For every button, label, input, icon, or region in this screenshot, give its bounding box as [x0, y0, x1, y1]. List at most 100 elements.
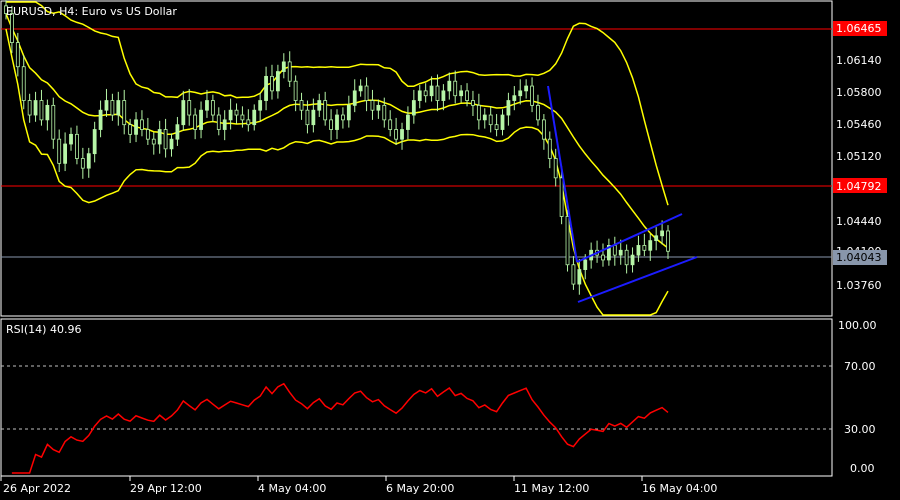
time-label: 26 Apr 2022: [3, 482, 71, 495]
candle-body: [163, 129, 168, 150]
candle-body: [465, 90, 469, 101]
candle-body: [352, 90, 357, 106]
candle-body: [441, 90, 446, 101]
candle-body: [400, 129, 404, 140]
candle-body: [406, 114, 410, 130]
candle-body: [642, 245, 647, 251]
candle-body: [222, 119, 227, 130]
candle-body: [240, 114, 245, 121]
candle-body: [624, 249, 629, 266]
candle-body: [299, 100, 304, 111]
candle-body: [234, 109, 239, 116]
price-tick: 1.04440: [836, 215, 882, 228]
price-tick: 1.03760: [836, 279, 882, 292]
candle-body: [506, 100, 511, 116]
candle-body: [583, 259, 588, 270]
candle-body: [335, 114, 339, 130]
candle-body: [151, 138, 156, 145]
candle-body: [134, 119, 138, 135]
price-tick: 1.05460: [836, 118, 882, 131]
candle-body: [69, 133, 73, 145]
price-tick: 1.05800: [836, 86, 882, 99]
candle-body: [636, 245, 641, 256]
candle-body: [577, 269, 582, 285]
candle-body: [145, 129, 150, 140]
candle-body: [411, 100, 416, 116]
rsi-label: RSI(14) 40.96: [6, 323, 81, 336]
candle-body: [423, 90, 428, 97]
candle-body: [122, 100, 127, 126]
candle-body: [541, 119, 546, 140]
candle-body: [287, 61, 292, 82]
candle-body: [536, 104, 540, 121]
price-axis: 1.06465 1.06140 1.05800 1.05460 1.05120 …: [833, 21, 887, 292]
candle-body: [323, 100, 328, 121]
candle-body: [252, 109, 257, 126]
candle-body: [80, 158, 85, 169]
candle-body: [547, 138, 552, 159]
candle-body: [305, 109, 310, 126]
candle-body: [187, 100, 192, 116]
candle-body: [63, 143, 68, 164]
price-label-high: 1.06465: [836, 22, 882, 35]
current-price-label: 1.04043: [836, 251, 882, 264]
price-label-mid: 1.04792: [836, 180, 882, 193]
candle-body: [512, 95, 517, 101]
candle-body: [199, 109, 203, 130]
rsi-tick: 0.00: [850, 462, 875, 475]
time-label: 4 May 04:00: [258, 482, 326, 495]
candle-body: [169, 138, 174, 150]
candle-body: [275, 71, 280, 92]
candle-body: [518, 90, 523, 97]
candle-body: [565, 216, 570, 266]
candle-body: [429, 85, 434, 97]
candle-body: [530, 85, 534, 106]
chart-title-symbol: EURUSD, H4: Euro vs US Dollar: [6, 5, 177, 18]
candle-body: [358, 85, 363, 92]
candle-body: [388, 119, 393, 130]
candle-body: [494, 124, 499, 130]
price-tick: 1.05120: [836, 150, 882, 163]
time-label: 11 May 12:00: [514, 482, 589, 495]
candle-body: [382, 104, 387, 121]
candle-body: [210, 100, 215, 116]
candle-body: [98, 109, 103, 130]
candle-body: [270, 75, 274, 92]
candle-body: [33, 100, 38, 116]
rsi-tick: 70.00: [844, 360, 876, 373]
candle-body: [571, 264, 576, 285]
candle-body: [346, 104, 351, 121]
candle-body: [116, 100, 121, 116]
candle-body: [317, 100, 322, 111]
candle-body: [660, 230, 664, 237]
candle-body: [193, 114, 198, 130]
candle-body: [447, 80, 452, 92]
candle-body: [435, 85, 440, 101]
trading-chart[interactable]: EURUSD, H4: Euro vs US Dollar 1.06465 1.…: [0, 0, 900, 500]
candle-body: [51, 104, 56, 140]
candle-body: [311, 109, 316, 126]
candle-body: [370, 100, 375, 111]
candle-body: [246, 119, 251, 126]
chart-background: [0, 0, 900, 500]
candle-body: [205, 100, 209, 111]
candle-body: [75, 133, 79, 159]
candle-body: [104, 100, 109, 111]
candle-body: [417, 90, 422, 101]
candle-body: [216, 114, 221, 130]
candle-body: [648, 240, 653, 251]
time-label: 6 May 20:00: [386, 482, 454, 495]
candle-body: [21, 66, 26, 101]
time-label: 16 May 04:00: [642, 482, 717, 495]
candle-body: [666, 230, 670, 252]
candle-body: [482, 114, 487, 121]
time-label: 29 Apr 12:00: [130, 482, 202, 495]
price-tick: 1.06140: [836, 54, 882, 67]
candle-body: [376, 104, 381, 111]
candle-body: [39, 100, 44, 121]
candle-body: [110, 100, 115, 116]
candle-body: [459, 90, 464, 97]
candle-body: [612, 245, 617, 256]
candle-body: [364, 85, 369, 101]
candle-body: [553, 158, 558, 179]
